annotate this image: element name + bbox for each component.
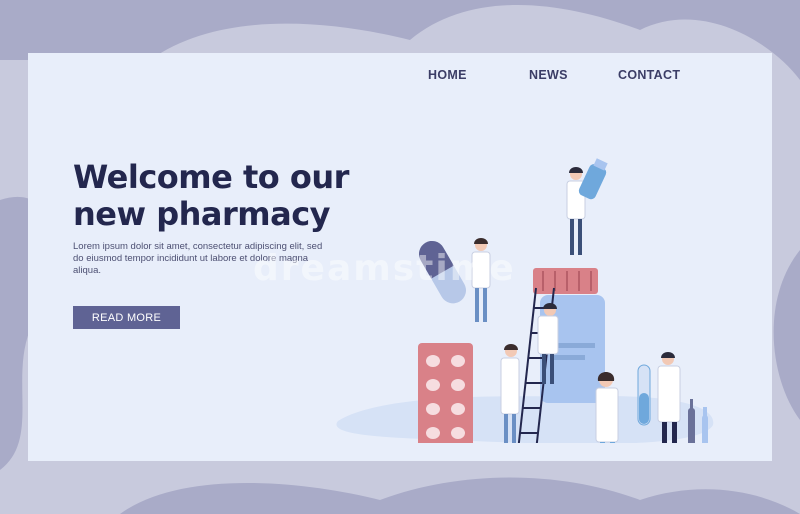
nav-news-link[interactable]: NEWS — [529, 68, 568, 82]
hero-title-line-1: Welcome to our — [73, 158, 349, 196]
watermark: dreamstime — [253, 248, 516, 289]
landing-card: HOME NEWS CONTACT Welcome to our new pha… — [28, 53, 772, 461]
read-more-button[interactable]: READ MORE — [73, 306, 180, 329]
pharmacist-top — [566, 158, 608, 255]
nav-home-link[interactable]: HOME — [428, 68, 467, 82]
hero-title: Welcome to our new pharmacy — [73, 159, 349, 233]
nav-contact-link[interactable]: CONTACT — [618, 68, 680, 82]
pill-blister-pack — [418, 343, 473, 443]
hero-title-line-2: new pharmacy — [73, 195, 331, 233]
